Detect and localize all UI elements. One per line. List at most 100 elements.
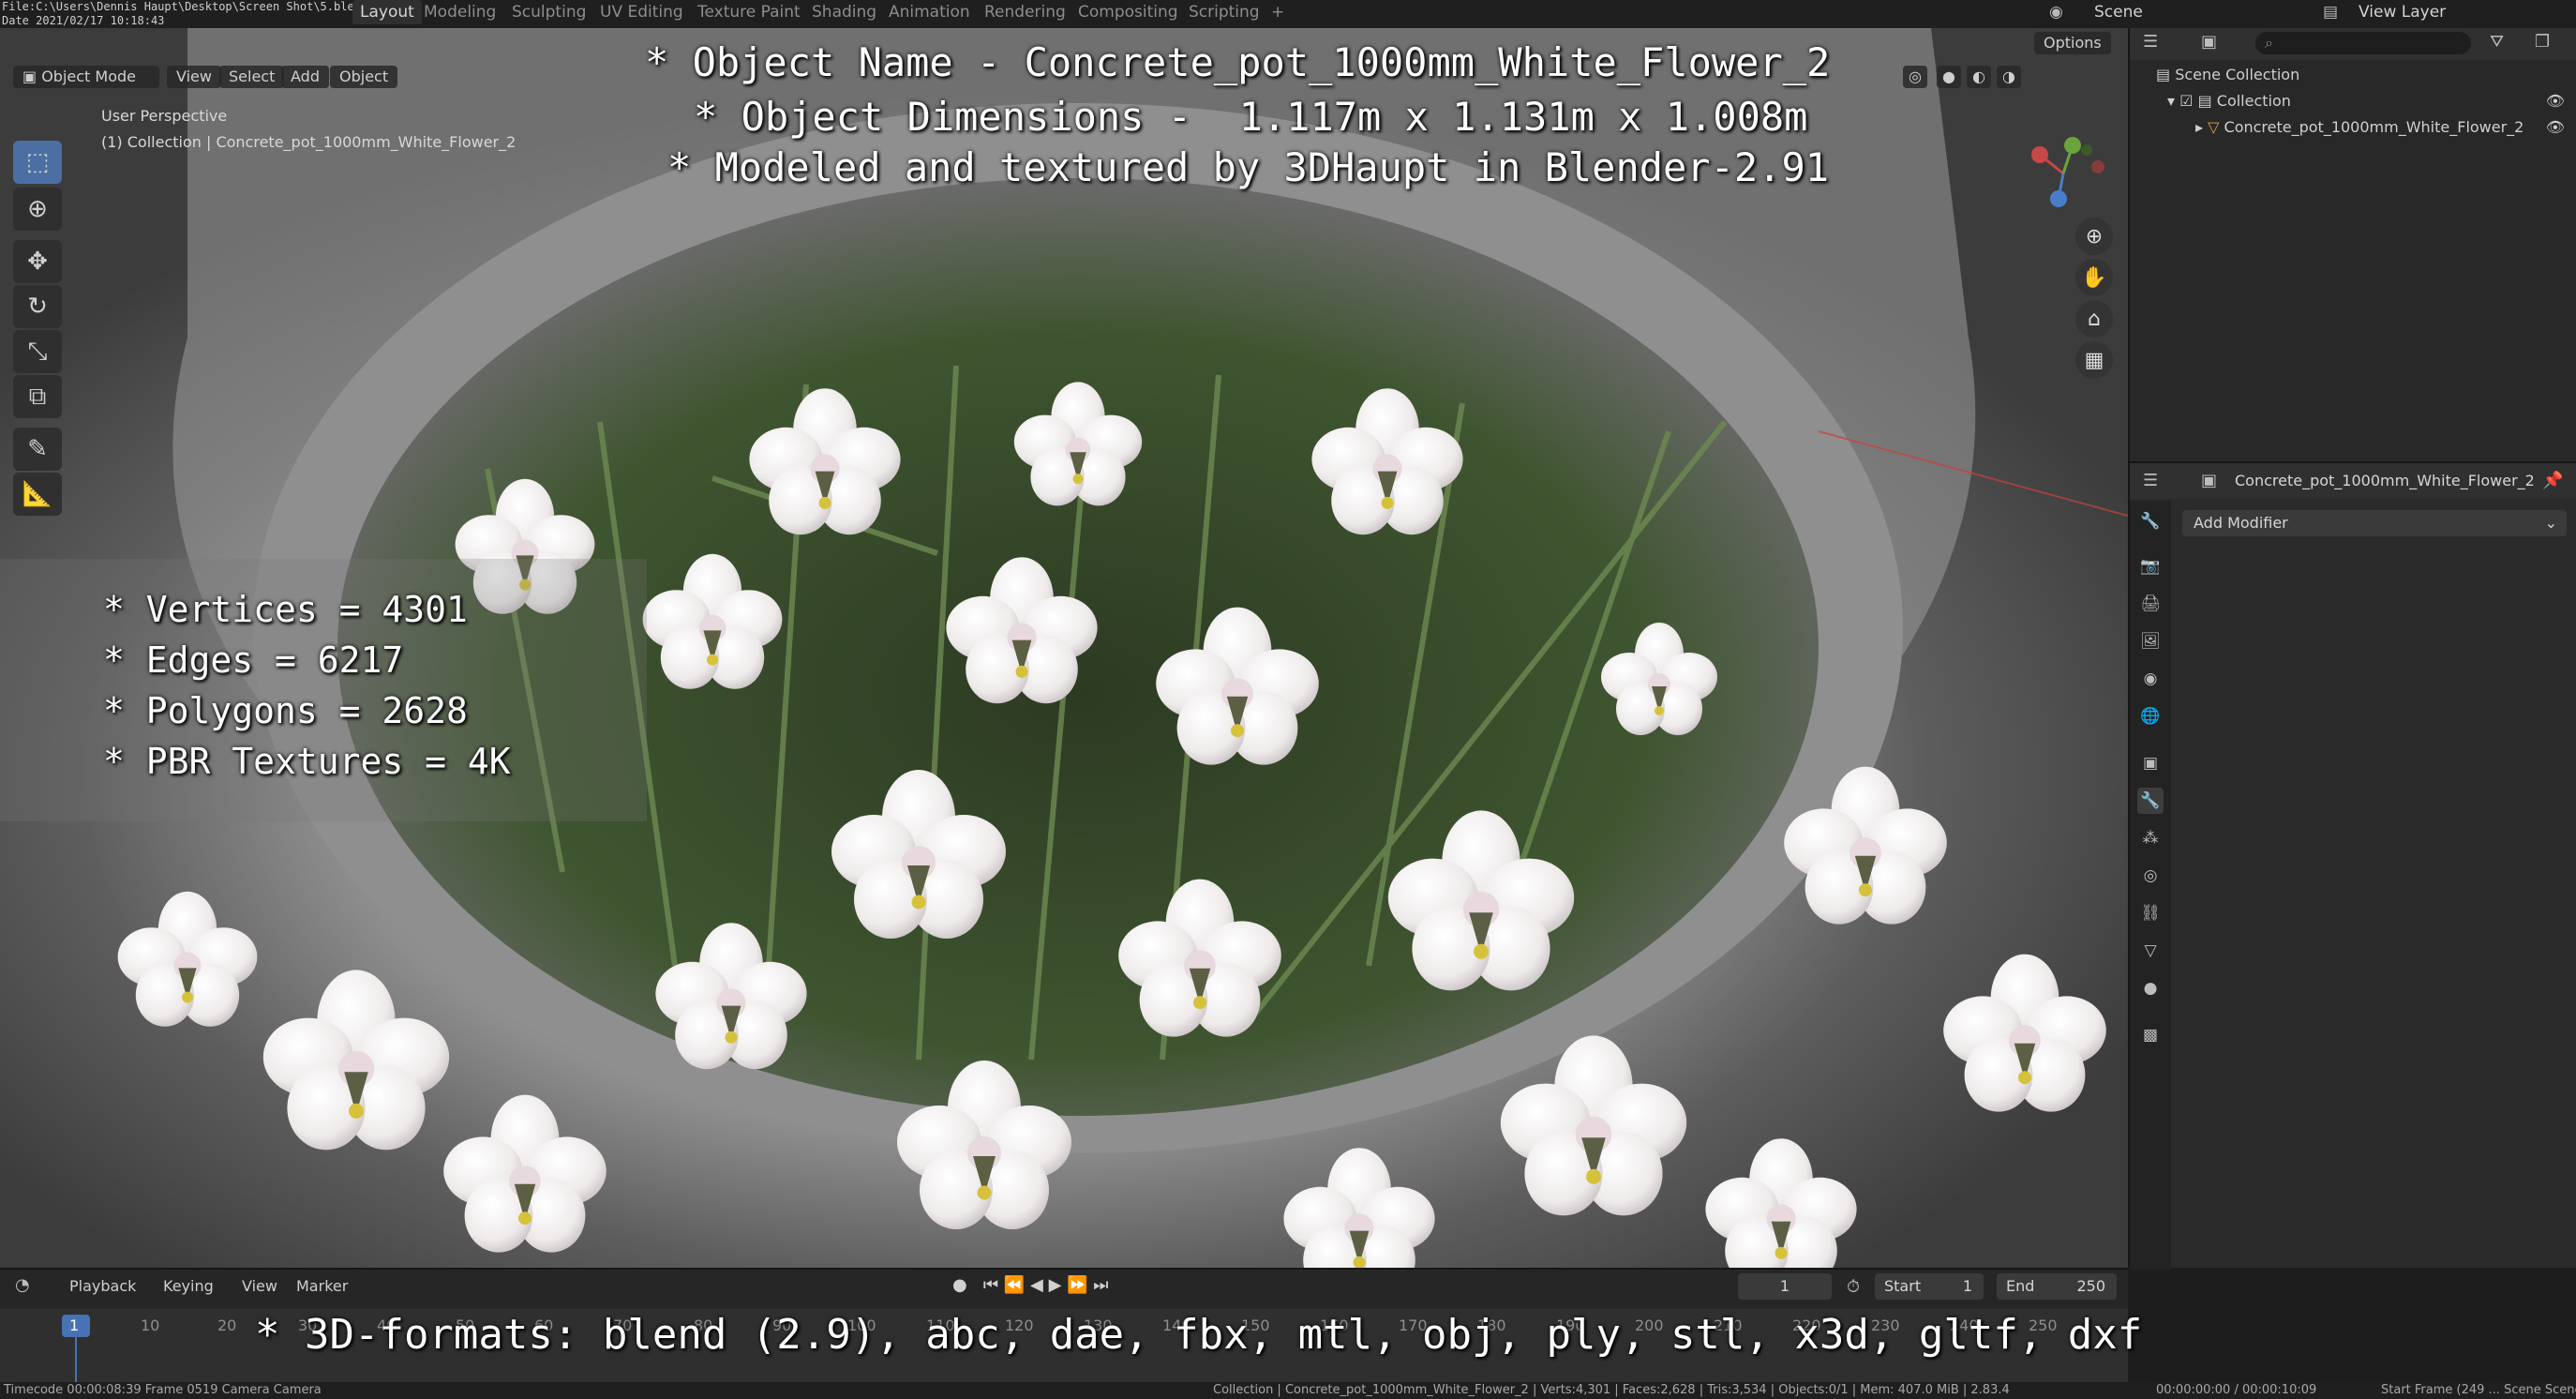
world-tab-icon[interactable]: 🌐 xyxy=(2137,703,2164,730)
material-tab-icon[interactable]: ● xyxy=(2137,975,2164,1001)
view-layer-selector[interactable]: View Layer xyxy=(2359,0,2446,24)
solid-shading-icon[interactable]: ● xyxy=(1937,66,1961,88)
editor-type-icon[interactable]: ☰ xyxy=(2143,471,2158,490)
mode-label: Object Mode xyxy=(41,68,136,85)
annotate-tool-icon[interactable]: ✎ xyxy=(13,428,62,471)
tab-sculpting[interactable]: Sculpting xyxy=(512,0,586,24)
select-box-tool-icon[interactable]: ⬚ xyxy=(13,141,62,184)
properties-tabs: 🔧 📷 🖨 🖼 ◉ 🌐 ▣ 🔧 ⁂ ◎ ⛓ ▽ ● ▩ xyxy=(2130,501,2171,1270)
zoom-icon[interactable]: ⊕ xyxy=(2075,218,2113,255)
overlay-object-name: * Object Name - Concrete_pot_1000mm_Whit… xyxy=(645,39,1831,85)
marker-menu[interactable]: Marker xyxy=(296,1277,348,1295)
add-modifier-dropdown[interactable]: Add Modifier ⌄ xyxy=(2182,510,2567,536)
visibility-eye-icon[interactable]: 👁 xyxy=(2546,114,2565,141)
start-frame-field[interactable]: Start 1 xyxy=(1875,1273,1984,1300)
collection-label: Collection xyxy=(2216,92,2291,110)
collection-icon: ▤ xyxy=(2156,66,2176,83)
view-menu[interactable]: View xyxy=(242,1277,277,1295)
expand-arrow-icon[interactable]: ▸ xyxy=(2195,118,2208,136)
jump-end-icon[interactable]: ⏭ xyxy=(1093,1275,1108,1295)
modifier-tab-icon[interactable]: 🔧 xyxy=(2137,788,2164,814)
move-tool-icon[interactable]: ✥ xyxy=(13,240,62,283)
editor-type-icon[interactable]: ◔ xyxy=(15,1275,30,1295)
navigation-gizmo[interactable] xyxy=(2012,122,2115,225)
overlay-modeled-by: * Modeled and textured by 3DHaupt in Ble… xyxy=(667,144,1830,190)
transform-tool-icon[interactable]: ⧉ xyxy=(13,375,62,418)
end-value: 250 xyxy=(2076,1277,2105,1295)
tab-scripting[interactable]: Scripting xyxy=(1189,0,1260,24)
object-menu[interactable]: Object xyxy=(330,66,398,88)
end-frame-field[interactable]: End 250 xyxy=(1997,1273,2117,1300)
outliner-row-object[interactable]: ▸ ▽ Concrete_pot_1000mm_White_Flower_2 👁 xyxy=(2130,114,2576,141)
physics-tab-icon[interactable]: ◎ xyxy=(2137,863,2164,889)
object-tab-icon[interactable]: ▣ xyxy=(2137,750,2164,776)
tab-animation[interactable]: Animation xyxy=(889,0,970,24)
render-tab-icon[interactable]: 📷 xyxy=(2137,553,2164,579)
pan-hand-icon[interactable]: ✋ xyxy=(2075,259,2113,296)
scene-selector[interactable]: Scene xyxy=(2094,0,2143,24)
keying-menu[interactable]: Keying xyxy=(163,1277,214,1295)
editor-type-icon[interactable]: ☰ xyxy=(2143,32,2158,52)
chevron-down-icon: ⌄ xyxy=(2544,514,2557,532)
filter-icon[interactable]: ⛛ xyxy=(2490,32,2504,52)
scale-tool-icon[interactable]: ⤡ xyxy=(13,330,62,373)
cursor-tool-icon[interactable]: ⊕ xyxy=(13,188,62,231)
checkbox-icon[interactable]: ☑ xyxy=(2179,92,2197,110)
view-layer-icon[interactable]: ▤ xyxy=(2323,0,2338,24)
tab-uv-editing[interactable]: UV Editing xyxy=(600,0,683,24)
constraints-tab-icon[interactable]: ⛓ xyxy=(2137,900,2164,926)
3d-viewport[interactable]: ▣ Object Mode View Select Add Object Opt… xyxy=(0,28,2128,1268)
play-icon[interactable]: ▶ xyxy=(1049,1275,1062,1295)
display-mode-icon[interactable]: ▣ xyxy=(2201,32,2217,52)
view-layer-tab-icon[interactable]: 🖼 xyxy=(2137,628,2164,654)
mode-selector[interactable]: ▣ Object Mode xyxy=(13,66,159,88)
rendered-shading-icon[interactable]: ◑ xyxy=(1997,66,2021,88)
camera-view-icon[interactable]: ⌂ xyxy=(2075,300,2113,338)
current-frame-field[interactable]: 1 xyxy=(1738,1273,1832,1300)
ortho-grid-icon[interactable]: ▦ xyxy=(2075,341,2113,379)
pin-icon[interactable]: 📌 xyxy=(2542,471,2563,490)
outliner-search-input[interactable]: ⌕ xyxy=(2255,32,2471,54)
expand-arrow-icon[interactable]: ▾ xyxy=(2167,92,2179,110)
scene-tab-icon[interactable]: ◉ xyxy=(2137,666,2164,692)
new-collection-icon[interactable]: ❐ xyxy=(2535,32,2550,52)
jump-start-icon[interactable]: ⏮ xyxy=(983,1275,998,1295)
material-preview-icon[interactable]: ◐ xyxy=(1967,66,1991,88)
playback-menu[interactable]: Playback xyxy=(69,1277,136,1295)
add-workspace-button[interactable]: + xyxy=(1271,0,1284,24)
tab-modeling[interactable]: Modeling xyxy=(424,0,496,24)
outliner-row-collection[interactable]: ▾ ☑ ▤ Collection 👁 xyxy=(2130,88,2576,114)
tab-layout[interactable]: Layout xyxy=(352,0,422,24)
visibility-eye-icon[interactable]: 👁 xyxy=(2546,88,2565,114)
status-timecode: Timecode 00:00:08:39 Frame 0519 Camera C… xyxy=(4,1383,322,1397)
outliner-row-scene-collection[interactable]: ▤ Scene Collection xyxy=(2130,62,2576,88)
output-tab-icon[interactable]: 🖨 xyxy=(2137,591,2164,617)
record-icon[interactable]: ● xyxy=(952,1275,967,1295)
start-value: 1 xyxy=(1962,1277,1972,1295)
tab-shading[interactable]: Shading xyxy=(812,0,876,24)
tool-tab-icon[interactable]: 🔧 xyxy=(2137,508,2164,534)
measure-tool-icon[interactable]: 📐 xyxy=(13,473,62,516)
wireframe-shading-icon[interactable]: ◎ xyxy=(1903,66,1927,88)
play-reverse-icon[interactable]: ◀ xyxy=(1030,1275,1043,1295)
next-keyframe-icon[interactable]: ⏩ xyxy=(1067,1275,1087,1295)
overlay-dimensions: * Object Dimensions - 1.117m x 1.131m x … xyxy=(694,94,1808,140)
options-button[interactable]: Options xyxy=(2034,32,2111,54)
tab-texture-paint[interactable]: Texture Paint xyxy=(697,0,801,24)
axis-gizmo-icon xyxy=(2031,137,2104,207)
texture-tab-icon[interactable]: ▩ xyxy=(2137,1022,2164,1048)
tab-compositing[interactable]: Compositing xyxy=(1078,0,1178,24)
mesh-object-icon: ▣ xyxy=(2201,471,2218,490)
view-menu[interactable]: View xyxy=(167,66,221,88)
particles-tab-icon[interactable]: ⁂ xyxy=(2137,825,2164,851)
select-menu[interactable]: Select xyxy=(219,66,285,88)
add-menu[interactable]: Add xyxy=(281,66,329,88)
overlay-pbr-textures: * PBR Textures = 4K xyxy=(103,741,511,782)
prev-keyframe-icon[interactable]: ⏪ xyxy=(1004,1275,1025,1295)
scene-icon[interactable]: ◉ xyxy=(2049,0,2063,24)
tab-rendering[interactable]: Rendering xyxy=(984,0,1066,24)
status-scene-stats: Collection | Concrete_pot_1000mm_White_F… xyxy=(1213,1383,2010,1397)
timer-icon[interactable]: ⏱ xyxy=(1847,1277,1860,1297)
data-tab-icon[interactable]: ▽ xyxy=(2137,938,2164,964)
rotate-tool-icon[interactable]: ↻ xyxy=(13,285,62,328)
